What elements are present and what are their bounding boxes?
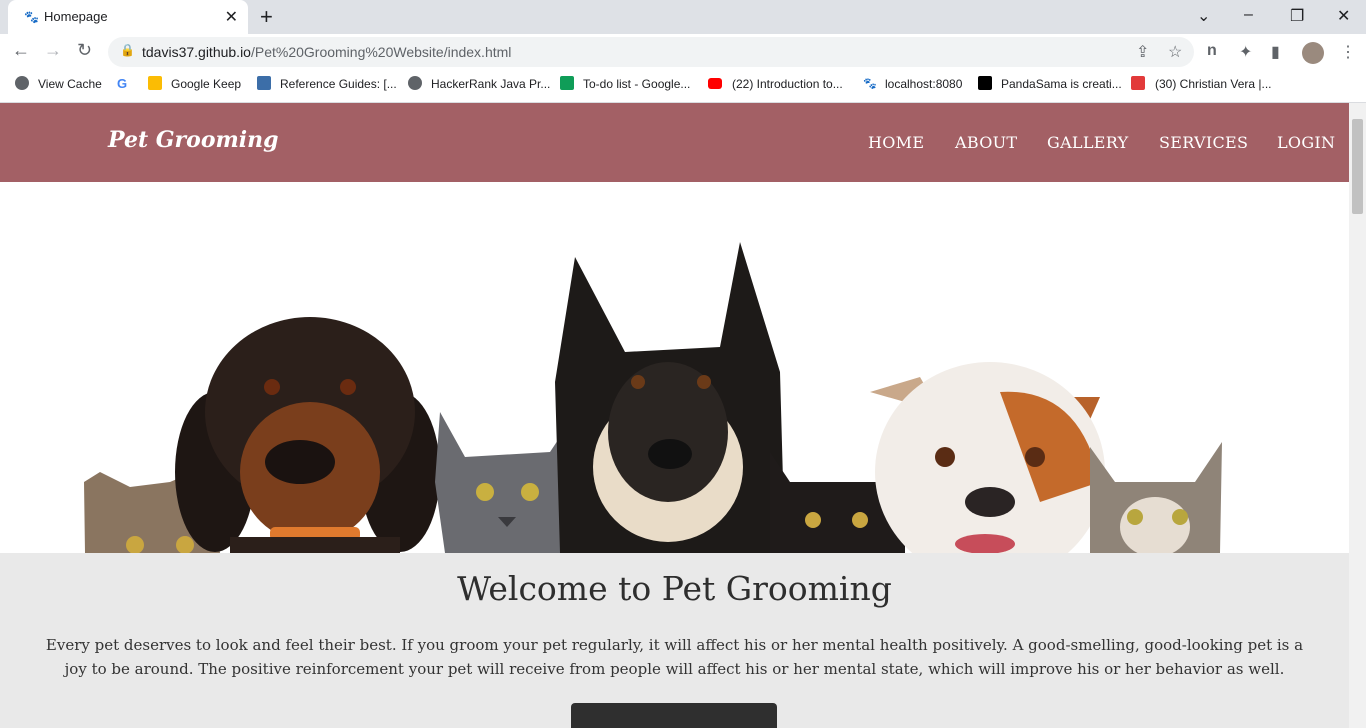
globe-icon	[408, 76, 422, 90]
nav-login[interactable]: LOGIN	[1277, 133, 1335, 152]
bookmark-label: (30) Christian Vera |...	[1155, 77, 1272, 91]
profile-avatar[interactable]	[1302, 42, 1324, 64]
bulldog	[870, 362, 1105, 553]
keep-icon	[148, 76, 162, 90]
extensions-puzzle-icon[interactable]: ✦	[1239, 42, 1252, 62]
bookmark-label: Google Keep	[171, 77, 242, 91]
globe-icon	[15, 76, 29, 90]
share-icon[interactable]: ⇪	[1136, 42, 1149, 62]
web-page: Pet Grooming HOME ABOUT GALLERY SERVICES…	[0, 103, 1349, 728]
bookmark-label: HackerRank Java Pr...	[431, 77, 551, 91]
lock-icon[interactable]: 🔒	[120, 43, 135, 57]
address-bar[interactable]: 🔒 tdavis37.github.io/Pet%20Grooming%20We…	[108, 37, 1194, 67]
bookmark-label: Reference Guides: [...	[280, 77, 397, 91]
bookmarks-bar: View Cache G Google Keep Reference Guide…	[0, 70, 1366, 103]
paw-icon: 🐾	[24, 10, 39, 24]
page-scrollbar[interactable]	[1349, 103, 1366, 728]
app-icon	[1131, 76, 1145, 90]
tab-title: Homepage	[44, 9, 108, 24]
scrollbar-thumb[interactable]	[1352, 119, 1363, 214]
tab-strip: 🐾 Homepage ✕ + ⌄ – ❐ ✕	[0, 0, 1366, 34]
welcome-text: Every pet deserves to look and feel thei…	[45, 636, 1304, 678]
bookmark-label: (22) Introduction to...	[732, 77, 843, 91]
pets-illustration	[84, 242, 1222, 553]
url-host: tdavis37.github.io	[142, 44, 251, 60]
nav-about[interactable]: ABOUT	[955, 133, 1017, 152]
bookmark-label: To-do list - Google...	[583, 77, 691, 91]
menu-kebab-icon[interactable]: ⋮	[1340, 42, 1356, 62]
bookmark-star-icon[interactable]: ☆	[1168, 42, 1182, 62]
bookmark-label: localhost:8080	[885, 77, 963, 91]
url-path: /Pet%20Grooming%20Website/index.html	[250, 44, 512, 60]
sheets-icon	[560, 76, 574, 90]
nav-gallery[interactable]: GALLERY	[1047, 133, 1128, 152]
side-panel-icon[interactable]: ▮	[1271, 42, 1280, 62]
back-icon[interactable]: ←	[12, 40, 30, 61]
hound-dog	[175, 317, 440, 553]
bookmark-label: PandaSama is creati...	[1001, 77, 1122, 91]
patreon-icon	[978, 76, 992, 90]
minimize-icon[interactable]: –	[1244, 6, 1253, 24]
browser-tab[interactable]: 🐾 Homepage ✕	[8, 0, 248, 34]
tab-search-icon[interactable]: ⌄	[1197, 6, 1210, 26]
tabby-cat-right	[1090, 442, 1222, 553]
youtube-icon	[708, 78, 722, 89]
nav-home[interactable]: HOME	[868, 133, 924, 152]
reload-icon[interactable]: ↻	[77, 40, 92, 61]
nav-services[interactable]: SERVICES	[1159, 133, 1248, 152]
restore-icon[interactable]: ❐	[1290, 6, 1304, 26]
welcome-section: Welcome to Pet Grooming Every pet deserv…	[0, 553, 1349, 728]
browser-toolbar: ← → ↻ 🔒 tdavis37.github.io/Pet%20Groomin…	[0, 34, 1366, 70]
cta-button[interactable]	[571, 703, 777, 728]
site-brand[interactable]: Pet Grooming	[108, 127, 279, 153]
site-header: Pet Grooming HOME ABOUT GALLERY SERVICES…	[0, 103, 1349, 182]
bookmark-label: View Cache	[38, 77, 102, 91]
new-tab-icon[interactable]: +	[260, 4, 273, 30]
shepherd-dog	[555, 242, 785, 553]
welcome-title: Welcome to Pet Grooming	[457, 569, 892, 608]
google-icon: G	[117, 76, 128, 91]
forward-icon[interactable]: →	[44, 40, 62, 61]
reference-icon	[257, 76, 271, 90]
extension-np-icon[interactable]: n	[1207, 42, 1217, 60]
url-text[interactable]: tdavis37.github.io/Pet%20Grooming%20Webs…	[142, 44, 511, 60]
close-tab-icon[interactable]: ✕	[225, 7, 238, 27]
paw-icon: 🐾	[863, 78, 877, 90]
close-window-icon[interactable]: ✕	[1337, 6, 1350, 26]
hero-pets-image	[0, 182, 1349, 553]
